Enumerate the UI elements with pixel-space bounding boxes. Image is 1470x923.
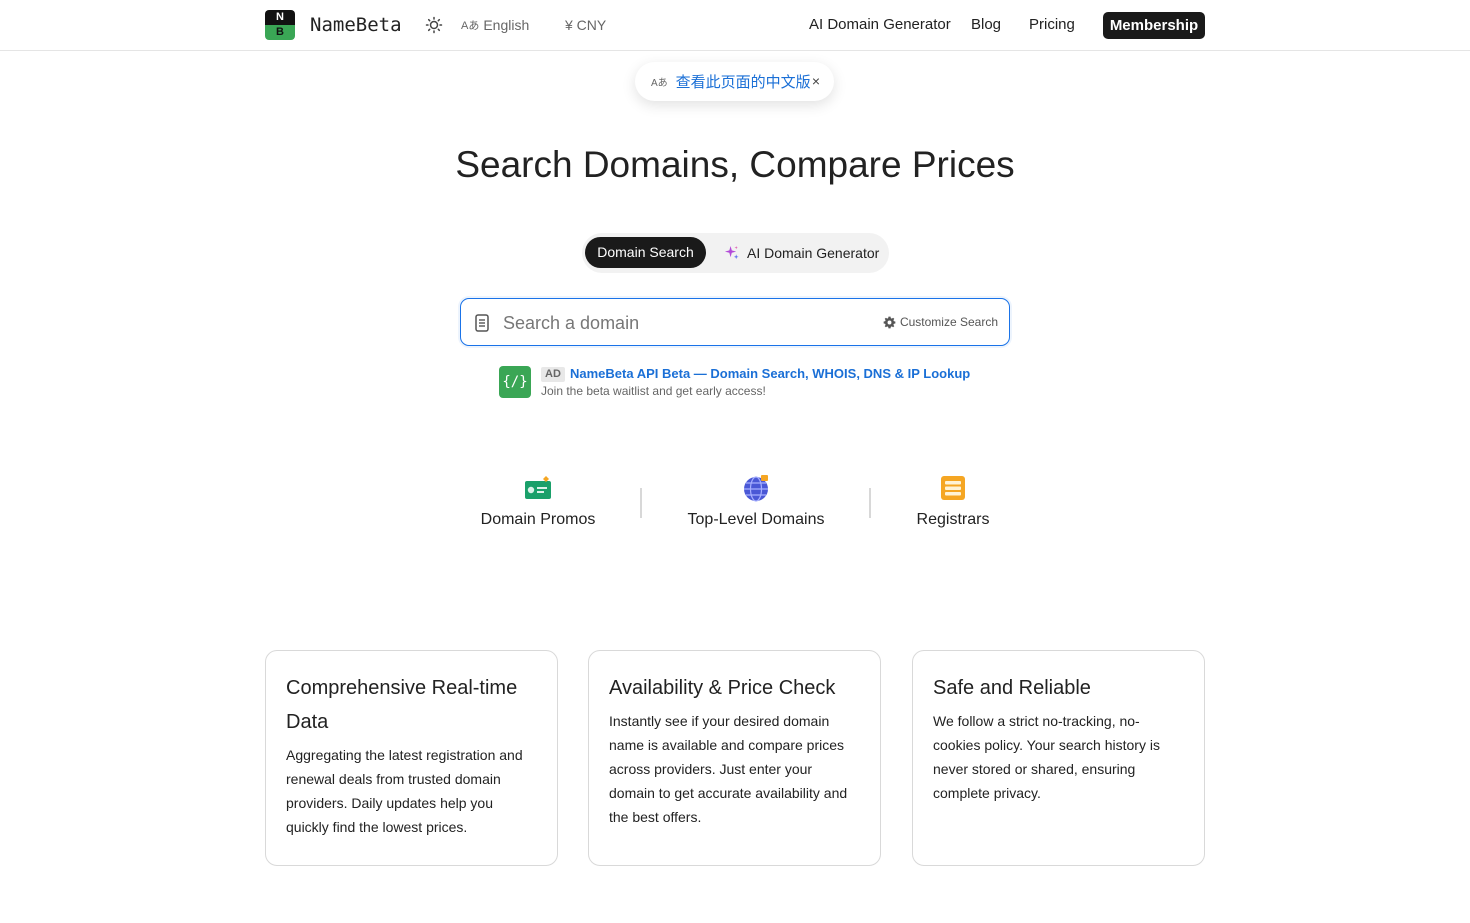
brand-name[interactable]: NameBeta: [310, 14, 402, 36]
tab-ai-label: AI Domain Generator: [747, 244, 880, 261]
promo-ticket-icon: [525, 476, 551, 499]
feature-card-title: Safe and Reliable: [933, 677, 1091, 699]
api-code-icon[interactable]: {/}: [499, 366, 531, 398]
feature-card-title: Comprehensive Real-time Data: [286, 677, 518, 733]
feature-card-text: Aggregating the latest registration and …: [286, 747, 523, 835]
category-divider: [640, 488, 642, 518]
search-input[interactable]: [503, 309, 873, 337]
page-title: Search Domains, Compare Prices: [455, 144, 1015, 185]
document-icon: [475, 314, 489, 332]
chinese-version-link[interactable]: 查看此页面的中文版: [676, 71, 811, 92]
currency-selector[interactable]: ¥ CNY: [565, 17, 606, 33]
ad-badge: AD: [541, 367, 565, 382]
ad-subtitle: Join the beta waitlist and get early acc…: [541, 384, 766, 398]
category-domain-promos[interactable]: Domain Promos: [473, 474, 603, 529]
top-header: N B NameBeta Aあ English ¥ CNY AI Domain …: [0, 0, 1470, 51]
feature-card-safe-reliable: Safe and Reliable We follow a strict no-…: [912, 650, 1205, 866]
feature-card-title: Availability & Price Check: [609, 677, 836, 699]
customize-search-button[interactable]: Customize Search: [883, 315, 998, 329]
domain-search-box: Customize Search: [460, 298, 1010, 346]
category-top-level-domains[interactable]: Top-Level Domains: [681, 474, 831, 529]
nav-ai-domain-generator[interactable]: AI Domain Generator: [809, 16, 951, 33]
feature-card-realtime-data: Comprehensive Real-time Data Aggregating…: [265, 650, 558, 866]
search-mode-tabs: Domain Search AI Domain Generator: [582, 233, 889, 273]
language-selector[interactable]: Aあ English: [461, 17, 529, 33]
theme-toggle-sun-icon[interactable]: [425, 16, 443, 34]
category-label: Domain Promos: [480, 511, 596, 528]
membership-button[interactable]: Membership: [1103, 12, 1205, 39]
translate-icon: Aあ: [461, 20, 480, 32]
tab-ai-domain-generator[interactable]: AI Domain Generator: [724, 237, 879, 268]
close-icon[interactable]: ×: [812, 73, 820, 89]
category-registrars[interactable]: Registrars: [903, 474, 1003, 529]
tab-domain-search[interactable]: Domain Search: [585, 237, 706, 268]
server-list-icon: [941, 476, 965, 500]
gear-icon: [883, 316, 896, 328]
ad-link[interactable]: NameBeta API Beta — Domain Search, WHOIS…: [570, 366, 970, 381]
nav-pricing[interactable]: Pricing: [1029, 16, 1075, 33]
nav-blog[interactable]: Blog: [971, 16, 1001, 33]
category-label: Top-Level Domains: [687, 511, 825, 528]
translate-banner: Aあ 查看此页面的中文版 ×: [635, 62, 834, 101]
customize-search-label: Customize Search: [899, 315, 998, 329]
logo-bottom-letter: B: [265, 25, 295, 40]
namebeta-logo[interactable]: N B: [265, 10, 295, 40]
logo-top-letter: N: [265, 10, 295, 25]
feature-card-text: Instantly see if your desired domain nam…: [609, 713, 848, 825]
translate-icon: Aあ: [651, 78, 668, 89]
feature-card-text: We follow a strict no-tracking, no-cooki…: [933, 713, 1160, 801]
feature-card-availability: Availability & Price Check Instantly see…: [588, 650, 881, 866]
category-divider: [869, 488, 871, 518]
category-label: Registrars: [916, 511, 990, 528]
sparkle-icon: [724, 245, 739, 260]
language-label: English: [483, 17, 530, 33]
globe-icon: [744, 475, 768, 502]
